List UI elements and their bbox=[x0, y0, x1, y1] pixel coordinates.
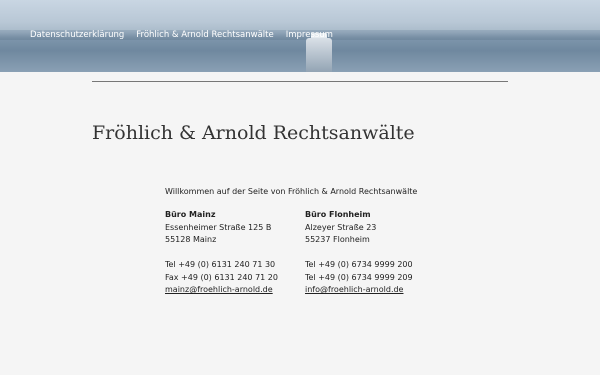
office-mainz-tel: Tel +49 (0) 6131 240 71 30 bbox=[165, 260, 276, 269]
office-flonheim-tel: Tel +49 (0) 6734 9999 200 bbox=[305, 260, 413, 269]
nav-link-datenschutz[interactable]: Datenschutzerklärung bbox=[30, 30, 124, 40]
welcome-text: Willkommen auf der Seite von Fröhlich & … bbox=[165, 187, 418, 196]
office-flonheim-street: Alzeyer Straße 23 bbox=[305, 222, 377, 232]
office-flonheim-name: Büro Flonheim bbox=[305, 210, 371, 219]
office-mainz-street: Essenheimer Straße 125 B bbox=[165, 222, 272, 232]
office-mainz-city: 55128 Mainz bbox=[165, 235, 217, 244]
office-flonheim: Büro Flonheim Alzeyer Straße 23 55237 Fl… bbox=[305, 209, 413, 297]
nav-link-home[interactable]: Fröhlich & Arnold Rechtsanwälte bbox=[136, 30, 273, 40]
nav-link-impressum[interactable]: Impressum bbox=[286, 30, 333, 40]
office-flonheim-city: 55237 Flonheim bbox=[305, 235, 370, 244]
office-mainz-email-link[interactable]: mainz@froehlich-arnold.de bbox=[165, 285, 273, 294]
office-mainz-fax: Fax +49 (0) 6131 240 71 20 bbox=[165, 272, 278, 282]
office-mainz: Büro Mainz Essenheimer Straße 125 B 5512… bbox=[165, 209, 278, 297]
office-mainz-name: Büro Mainz bbox=[165, 210, 216, 219]
page-title: Fröhlich & Arnold Rechtsanwälte bbox=[92, 122, 415, 144]
top-navigation: Datenschutzerklärung Fröhlich & Arnold R… bbox=[30, 30, 333, 40]
lighthouse bbox=[306, 38, 332, 72]
office-flonheim-email-link[interactable]: info@froehlich-arnold.de bbox=[305, 285, 403, 294]
office-flonheim-fax: Tel +49 (0) 6734 9999 209 bbox=[305, 272, 413, 282]
divider-line bbox=[92, 81, 508, 82]
